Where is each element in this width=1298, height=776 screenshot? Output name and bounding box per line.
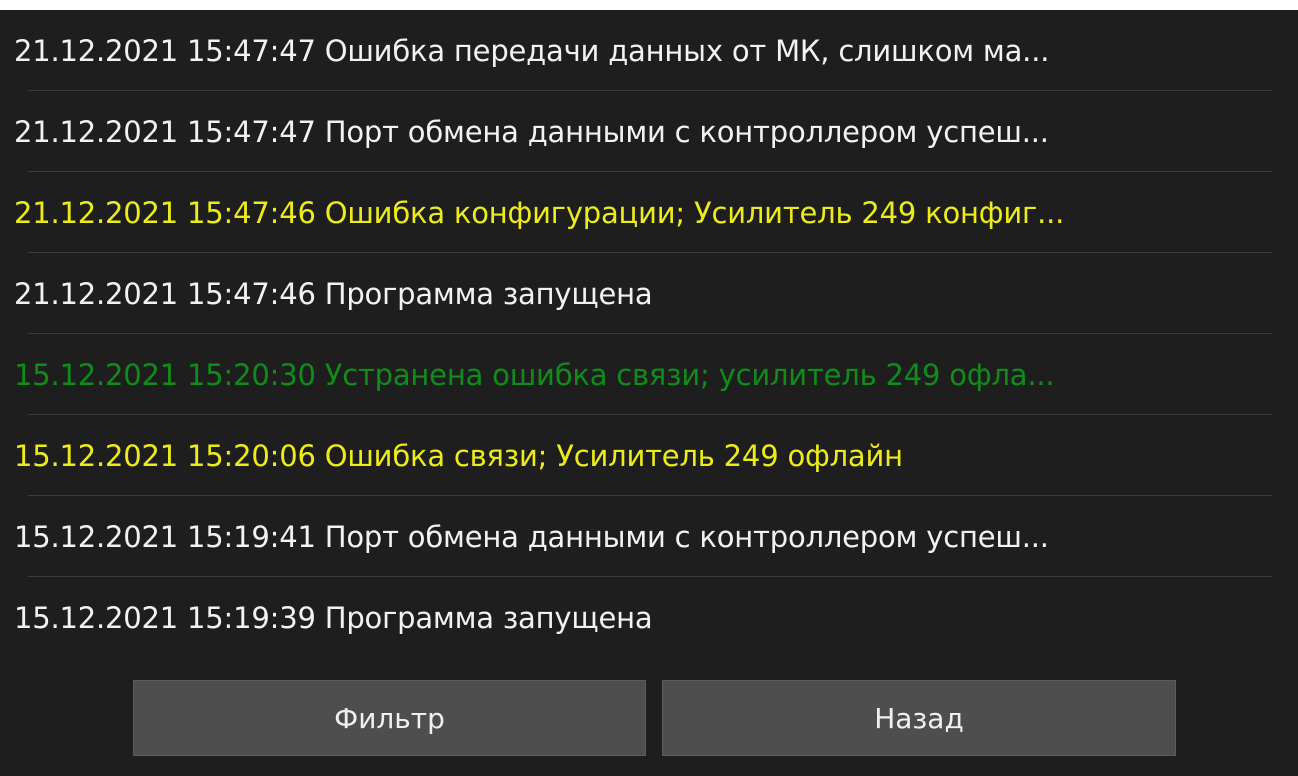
- log-entry-text: 15.12.2021 15:19:41 Порт обмена данными …: [14, 519, 1049, 554]
- log-entry-text: 21.12.2021 15:47:46 Программа запущена: [14, 276, 653, 311]
- log-entry[interactable]: 21.12.2021 15:47:47 Ошибка передачи данн…: [0, 10, 1298, 91]
- log-entry-text: 15.12.2021 15:20:30 Устранена ошибка свя…: [14, 357, 1055, 392]
- log-entry[interactable]: 21.12.2021 15:47:47 Порт обмена данными …: [0, 91, 1298, 172]
- log-entry-text: 21.12.2021 15:47:47 Ошибка передачи данн…: [14, 33, 1050, 68]
- log-entry[interactable]: 21.12.2021 15:47:46 Программа запущена: [0, 253, 1298, 334]
- log-entry[interactable]: 15.12.2021 15:19:39 Программа запущена: [0, 577, 1298, 658]
- log-entry[interactable]: 15.12.2021 15:20:06 Ошибка связи; Усилит…: [0, 415, 1298, 496]
- filter-button[interactable]: Фильтр: [133, 680, 646, 756]
- event-log-screen: 21.12.2021 15:47:47 Ошибка передачи данн…: [0, 10, 1298, 776]
- log-entry-text: 21.12.2021 15:47:46 Ошибка конфигурации;…: [14, 195, 1065, 230]
- log-entry[interactable]: 21.12.2021 15:47:46 Ошибка конфигурации;…: [0, 172, 1298, 253]
- event-log-list[interactable]: 21.12.2021 15:47:47 Ошибка передачи данн…: [0, 10, 1298, 658]
- log-entry[interactable]: 15.12.2021 15:19:41 Порт обмена данными …: [0, 496, 1298, 577]
- log-entry-text: 15.12.2021 15:20:06 Ошибка связи; Усилит…: [14, 438, 903, 473]
- log-entry-text: 21.12.2021 15:47:47 Порт обмена данными …: [14, 114, 1049, 149]
- back-button[interactable]: Назад: [662, 680, 1176, 756]
- log-entry-text: 15.12.2021 15:19:39 Программа запущена: [14, 600, 653, 635]
- log-entry[interactable]: 15.12.2021 15:20:30 Устранена ошибка свя…: [0, 334, 1298, 415]
